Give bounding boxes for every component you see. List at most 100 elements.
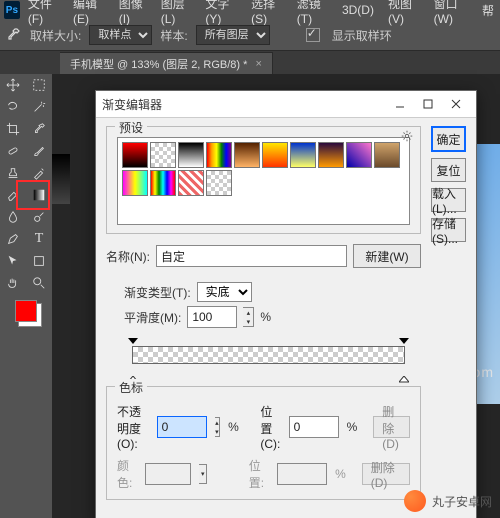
- name-row: 名称(N): 新建(W): [106, 244, 421, 268]
- close-tab-icon[interactable]: ×: [255, 58, 261, 70]
- save-button[interactable]: 存储(S)...: [431, 218, 466, 242]
- eyedropper-tool-icon[interactable]: [26, 118, 52, 140]
- watermark-logo-icon: [404, 490, 426, 512]
- preset-swatch[interactable]: [178, 170, 204, 196]
- minimize-icon[interactable]: [386, 94, 414, 114]
- new-button[interactable]: 新建(W): [353, 244, 421, 268]
- photoshop-app: Ps 文件(F) 编辑(E) 图像(I) 图层(L) 文字(Y) 选择(S) 滤…: [0, 0, 500, 518]
- sample-label: 样本:: [160, 27, 187, 44]
- menu-type[interactable]: 文字(Y): [199, 0, 243, 28]
- percent-symbol: %: [260, 310, 271, 324]
- menu-window[interactable]: 窗口(W): [428, 0, 474, 28]
- hand-tool-icon[interactable]: [0, 272, 26, 294]
- type-select[interactable]: 实底: [197, 282, 252, 302]
- presets-group: 预设: [106, 126, 421, 234]
- zoom-tool-icon[interactable]: [26, 272, 52, 294]
- path-select-icon[interactable]: [0, 250, 26, 272]
- wand-tool-icon[interactable]: [26, 96, 52, 118]
- dodge-tool-icon[interactable]: [26, 206, 52, 228]
- color-stop-right[interactable]: [399, 376, 409, 386]
- menu-view[interactable]: 视图(V): [382, 0, 426, 28]
- menu-edit[interactable]: 编辑(E): [67, 0, 111, 28]
- foreground-color[interactable]: [15, 300, 37, 322]
- preset-swatch[interactable]: [206, 142, 232, 168]
- type-row: 渐变类型(T): 实底: [124, 282, 413, 302]
- stops-group: 色标 不透明度(O): ▴▾ % 位置(C): % 删除(D): [106, 386, 421, 500]
- load-button[interactable]: 载入(L)...: [431, 188, 466, 212]
- preset-swatch[interactable]: [178, 142, 204, 168]
- shape-tool-icon[interactable]: [26, 250, 52, 272]
- preset-swatch[interactable]: [150, 142, 176, 168]
- menubar: Ps 文件(F) 编辑(E) 图像(I) 图层(L) 文字(Y) 选择(S) 滤…: [0, 0, 500, 20]
- marquee-tool-icon[interactable]: [26, 74, 52, 96]
- eraser-tool-icon[interactable]: [0, 184, 26, 206]
- smoothness-input[interactable]: [187, 306, 237, 328]
- location2-label: 位置:: [249, 457, 269, 491]
- menu-filter[interactable]: 滤镜(T): [291, 0, 334, 28]
- type-tool-icon[interactable]: T: [26, 228, 52, 250]
- color-label: 颜色:: [117, 457, 137, 491]
- preset-swatch[interactable]: [234, 142, 260, 168]
- opacity-stop-left[interactable]: [128, 334, 138, 344]
- preset-swatch[interactable]: [122, 142, 148, 168]
- smoothness-spinner[interactable]: ▴▾: [243, 307, 254, 327]
- dialog-titlebar[interactable]: 渐变编辑器: [96, 91, 476, 118]
- preset-swatch[interactable]: [206, 170, 232, 196]
- location-label: 位置(C):: [260, 403, 280, 451]
- history-brush-icon[interactable]: [26, 162, 52, 184]
- preset-swatch[interactable]: [122, 170, 148, 196]
- color-swatch[interactable]: [0, 294, 52, 328]
- crop-tool-icon[interactable]: [0, 118, 26, 140]
- menu-file[interactable]: 文件(F): [22, 0, 65, 28]
- blur-tool-icon[interactable]: [0, 206, 26, 228]
- opacity-spinner[interactable]: ▴▾: [215, 417, 221, 437]
- name-input[interactable]: [156, 245, 347, 267]
- preset-swatch[interactable]: [290, 142, 316, 168]
- ok-button[interactable]: 确定: [431, 126, 466, 152]
- preset-swatch[interactable]: [374, 142, 400, 168]
- preset-swatch[interactable]: [150, 170, 176, 196]
- color-swatch-input: [145, 463, 191, 485]
- menu-select[interactable]: 选择(S): [245, 0, 289, 28]
- menu-image[interactable]: 图像(I): [113, 0, 153, 28]
- gradient-editor-dialog: 渐变编辑器 预设: [95, 90, 477, 518]
- dialog-title: 渐变编辑器: [102, 96, 386, 113]
- sample-size-label: 取样大小:: [30, 27, 81, 44]
- heal-tool-icon[interactable]: [0, 140, 26, 162]
- gradient-bar[interactable]: [124, 340, 413, 364]
- show-ring-checkbox[interactable]: [306, 28, 320, 42]
- brush-tool-icon[interactable]: [26, 140, 52, 162]
- move-tool-icon[interactable]: [0, 74, 26, 96]
- gradient-tool-icon[interactable]: [26, 184, 52, 206]
- sample-select[interactable]: 所有图层: [196, 25, 270, 45]
- menu-help[interactable]: 帮: [476, 0, 500, 21]
- watermark-text: 丸子安卓网: [432, 493, 492, 510]
- preset-swatch[interactable]: [346, 142, 372, 168]
- preset-swatch[interactable]: [262, 142, 288, 168]
- presets-gear-icon[interactable]: [400, 129, 414, 146]
- pen-tool-icon[interactable]: [0, 228, 26, 250]
- document-tab[interactable]: 手机模型 @ 133% (图层 2, RGB/8) * ×: [60, 52, 273, 75]
- stamp-tool-icon[interactable]: [0, 162, 26, 184]
- opacity-stop-right[interactable]: [399, 334, 409, 344]
- preset-swatch[interactable]: [318, 142, 344, 168]
- maximize-icon[interactable]: [414, 94, 442, 114]
- lasso-tool-icon[interactable]: [0, 96, 26, 118]
- gradient-track[interactable]: [132, 346, 405, 364]
- document-tab-strip: 手机模型 @ 133% (图层 2, RGB/8) * ×: [0, 51, 500, 75]
- close-icon[interactable]: [442, 94, 470, 114]
- menu-3d[interactable]: 3D(D): [336, 1, 380, 19]
- watermark: 丸子安卓网: [404, 490, 492, 512]
- document-tab-label: 手机模型 @ 133% (图层 2, RGB/8) *: [70, 56, 247, 72]
- sample-size-select[interactable]: 取样点: [89, 25, 152, 45]
- name-label: 名称(N):: [106, 248, 150, 265]
- presets-list[interactable]: [117, 137, 410, 225]
- stops-legend: 色标: [115, 379, 147, 396]
- location-input[interactable]: [289, 416, 339, 438]
- reset-button[interactable]: 复位: [431, 158, 466, 182]
- color-spinner: ▾: [199, 464, 207, 484]
- delete-opacity-stop-button[interactable]: 删除(D): [373, 416, 410, 438]
- eyedropper-icon: [4, 26, 22, 44]
- opacity-input[interactable]: [157, 416, 207, 438]
- menu-layer[interactable]: 图层(L): [155, 0, 198, 28]
